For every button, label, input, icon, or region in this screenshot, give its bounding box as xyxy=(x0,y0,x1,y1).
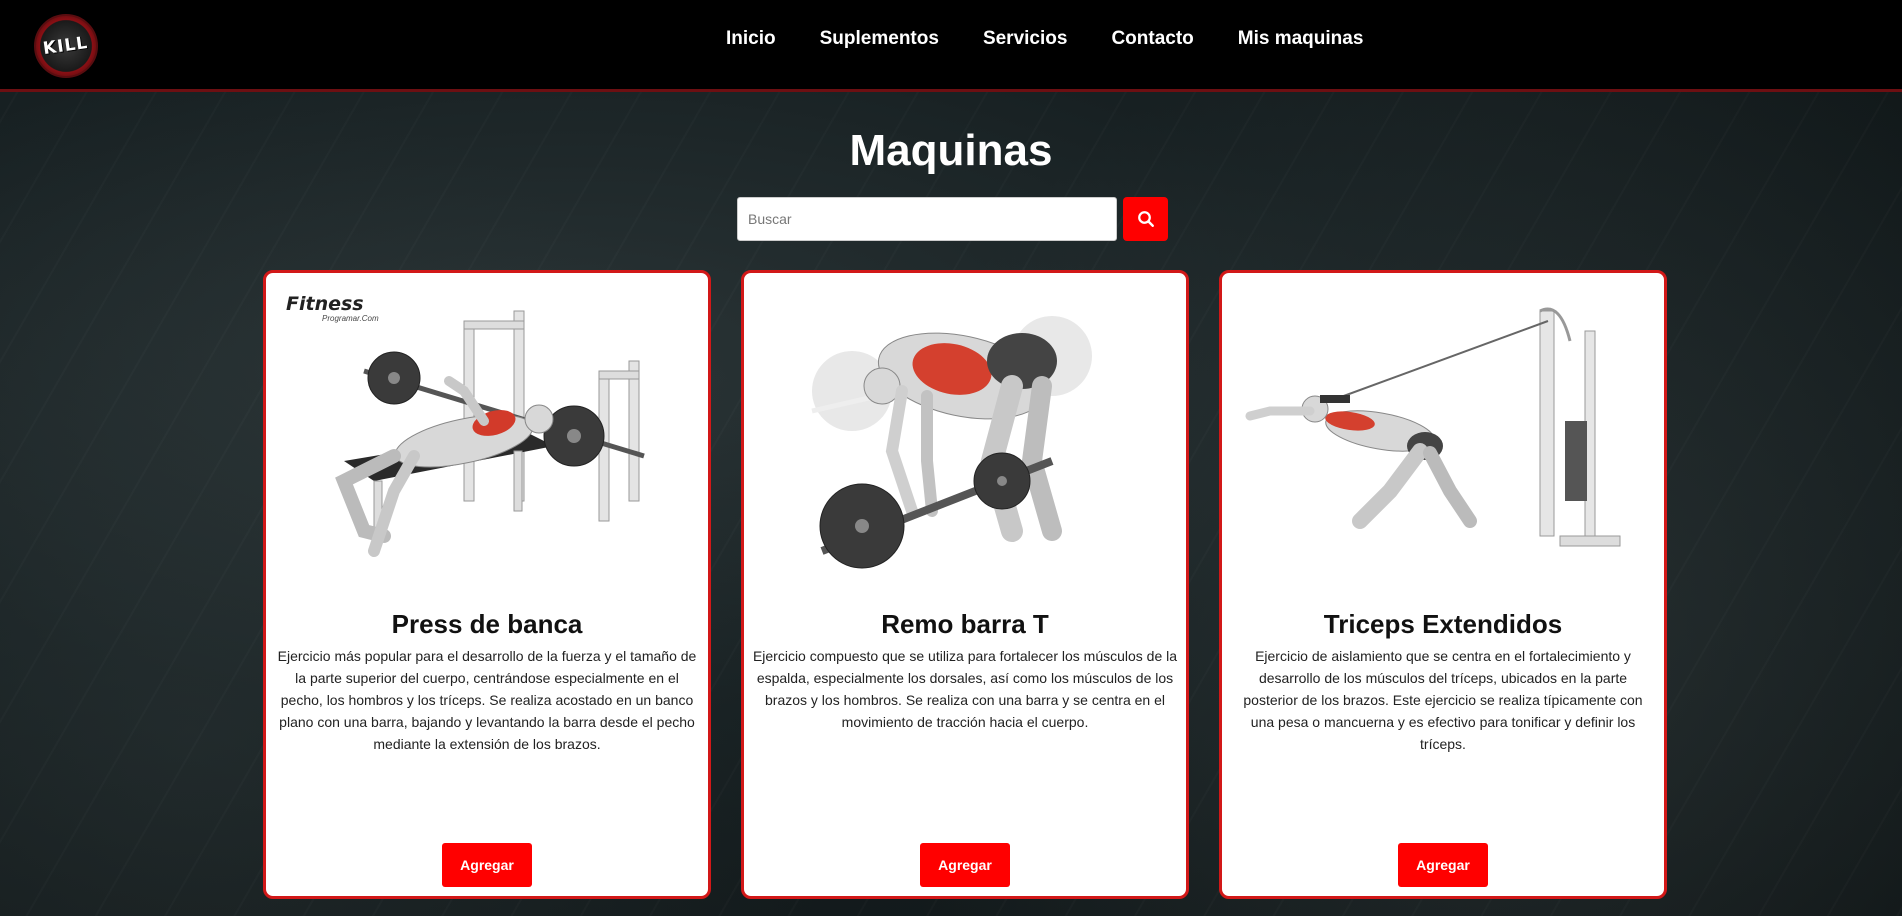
navbar: KILL Inicio Suplementos Servicios Contac… xyxy=(0,0,1902,92)
card-description: Ejercicio compuesto que se utiliza para … xyxy=(752,648,1178,730)
triceps-extension-illustration xyxy=(1230,281,1656,581)
card-description: Ejercicio más popular para el desarrollo… xyxy=(277,648,697,752)
search-icon xyxy=(1137,211,1154,227)
machine-cards: Fitness Programar.Com Press de banca Eje… xyxy=(263,270,1667,899)
machine-card: Remo barra T Ejercicio compuesto que se … xyxy=(741,270,1189,899)
add-machine-button[interactable]: Agregar xyxy=(1398,843,1488,887)
add-machine-button[interactable]: Agregar xyxy=(920,843,1010,887)
nav-link-contacto[interactable]: Contacto xyxy=(1111,28,1193,50)
search-button[interactable] xyxy=(1123,197,1168,241)
t-bar-row-illustration xyxy=(752,281,1178,581)
card-title: Press de banca xyxy=(391,609,583,639)
logo-text: KILL xyxy=(42,32,90,60)
card-title: Remo barra T xyxy=(881,609,1049,639)
search-input[interactable] xyxy=(737,197,1117,241)
nav-link-mis-maquinas[interactable]: Mis maquinas xyxy=(1238,28,1364,50)
card-description: Ejercicio de aislamiento que se centra e… xyxy=(1243,648,1643,752)
fitness-brand-subtitle: Programar.Com xyxy=(322,314,379,323)
machine-card: Fitness Programar.Com Press de banca Eje… xyxy=(263,270,711,899)
nav-link-servicios[interactable]: Servicios xyxy=(983,28,1068,50)
nav-link-inicio[interactable]: Inicio xyxy=(726,28,776,50)
card-title: Triceps Extendidos xyxy=(1323,609,1563,639)
brand-logo[interactable]: KILL xyxy=(34,14,98,78)
add-machine-button[interactable]: Agregar xyxy=(442,843,532,887)
nav-menu: Inicio Suplementos Servicios Contacto Mi… xyxy=(726,28,1407,50)
machine-card: Triceps Extendidos Ejercicio de aislamie… xyxy=(1219,270,1667,899)
page-title: Maquinas xyxy=(849,126,1053,175)
bench-press-illustration: Fitness Programar.Com xyxy=(274,281,700,581)
search-bar xyxy=(737,197,1168,241)
fitness-brand-logo: Fitness xyxy=(286,293,364,315)
nav-link-suplementos[interactable]: Suplementos xyxy=(820,28,939,50)
